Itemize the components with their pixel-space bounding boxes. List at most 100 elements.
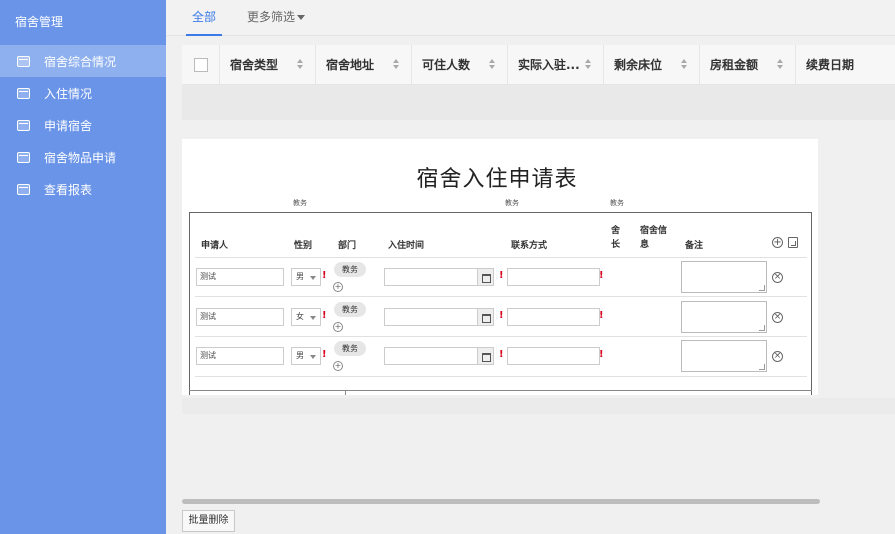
cell-divider — [345, 390, 346, 395]
gender-select[interactable]: 女 — [291, 308, 321, 326]
col-label: 剩余床位 — [614, 58, 663, 72]
sidebar-item-label: 查看报表 — [44, 182, 93, 197]
sidebar-item-label: 申请宿舍 — [44, 118, 93, 133]
row-divider — [189, 390, 812, 391]
row-divider — [195, 376, 807, 377]
row-divider — [195, 336, 807, 337]
sidebar-item-apply-dorm[interactable]: 申请宿舍 — [0, 109, 166, 141]
add-row-icon[interactable]: + — [772, 237, 783, 248]
form-note: 教务 — [610, 199, 624, 207]
application-form: 宿舍入住申请表 教务 教务 教务 申请人 性别 部门 入住时间 联系方式 舍长 … — [182, 139, 818, 395]
contact-input[interactable] — [507, 268, 600, 286]
applicant-input[interactable]: 测试 — [196, 268, 284, 286]
tab-more-filters[interactable]: 更多筛选 — [247, 0, 306, 36]
calendar-icon — [17, 151, 30, 163]
row-divider — [195, 257, 807, 258]
calendar-icon[interactable] — [477, 348, 493, 364]
required-icon: ! — [599, 310, 604, 321]
remark-textarea[interactable] — [681, 340, 767, 372]
calendar-icon — [17, 87, 30, 99]
gender-select[interactable]: 男 — [291, 268, 321, 286]
calendar-icon — [17, 183, 30, 195]
sort-icon[interactable] — [681, 59, 689, 71]
header-checkin-time: 入住时间 — [388, 241, 425, 251]
sidebar-item-label: 宿舍综合情况 — [44, 54, 117, 69]
tab-all[interactable]: 全部 — [186, 0, 222, 36]
row-divider — [195, 296, 807, 297]
sidebar-item-label: 宿舍物品申请 — [44, 150, 117, 165]
sidebar-item-label: 入住情况 — [44, 86, 93, 101]
batch-delete-button[interactable]: 批量删除 — [182, 510, 235, 532]
gender-value: 女 — [296, 312, 304, 321]
required-icon: ! — [322, 349, 327, 360]
remark-textarea[interactable] — [681, 301, 767, 333]
calendar-icon — [17, 55, 30, 67]
checkin-date-input[interactable] — [384, 347, 494, 365]
sort-icon[interactable] — [585, 59, 593, 71]
caret-down-icon — [297, 15, 306, 20]
dept-tag[interactable]: 教务 — [334, 302, 366, 317]
contact-input[interactable] — [507, 308, 600, 326]
sort-icon[interactable] — [777, 59, 785, 71]
sort-icon[interactable] — [297, 59, 305, 71]
sidebar-title: 宿舍管理 — [15, 15, 64, 29]
tab-more-label: 更多筛选 — [247, 10, 296, 24]
col-label: 宿舍地址 — [326, 58, 375, 72]
caret-down-icon — [310, 355, 316, 359]
calendar-icon — [17, 119, 30, 131]
tab-bar: 全部 更多筛选 — [166, 0, 895, 36]
col-dorm-type[interactable]: 宿舍类型 — [220, 45, 316, 84]
header-applicant: 申请人 — [201, 241, 229, 251]
sidebar: 宿舍管理 宿舍综合情况 入住情况 申请宿舍 宿舍物品申请 查看报表 — [0, 0, 166, 534]
add-dept-icon[interactable]: + — [333, 282, 343, 292]
col-capacity[interactable]: 可住人数 — [412, 45, 508, 84]
gender-select[interactable]: 男 — [291, 347, 321, 365]
paste-icon[interactable] — [788, 237, 798, 248]
required-icon: ! — [322, 310, 327, 321]
required-icon: ! — [499, 270, 504, 281]
sidebar-item-dorm-goods[interactable]: 宿舍物品申请 — [0, 141, 166, 173]
header-leader: 舍长 — [611, 226, 621, 250]
required-icon: ! — [599, 349, 604, 360]
gender-value: 男 — [296, 272, 304, 281]
sort-icon[interactable] — [489, 59, 497, 71]
checkin-date-input[interactable] — [384, 268, 494, 286]
applicant-input[interactable]: 测试 — [196, 308, 284, 326]
remove-row-icon[interactable]: × — [772, 312, 783, 323]
form-note: 教务 — [505, 199, 519, 207]
col-label: 可住人数 — [422, 58, 471, 72]
table-row — [182, 398, 895, 414]
applicant-input[interactable]: 测试 — [196, 347, 284, 365]
col-label: 实际入驻... — [518, 58, 580, 72]
add-dept-icon[interactable]: + — [333, 322, 343, 332]
remark-textarea[interactable] — [681, 261, 767, 293]
sidebar-item-reports[interactable]: 查看报表 — [0, 173, 166, 205]
checkin-date-input[interactable] — [384, 308, 494, 326]
remove-row-icon[interactable]: × — [772, 272, 783, 283]
col-renewal-date[interactable]: 续费日期 — [796, 45, 892, 84]
sidebar-item-checkin-status[interactable]: 入住情况 — [0, 77, 166, 109]
calendar-icon[interactable] — [477, 309, 493, 325]
sidebar-item-dorm-overview[interactable]: 宿舍综合情况 — [0, 45, 166, 77]
col-remaining-beds[interactable]: 剩余床位 — [604, 45, 700, 84]
col-label: 宿舍类型 — [230, 58, 279, 72]
header-dept: 部门 — [338, 241, 357, 251]
add-dept-icon[interactable]: + — [333, 361, 343, 371]
horizontal-scrollbar[interactable] — [182, 499, 820, 504]
required-icon: ! — [322, 270, 327, 281]
col-actual-occupancy[interactable]: 实际入驻... — [508, 45, 604, 84]
calendar-icon[interactable] — [477, 269, 493, 285]
contact-input[interactable] — [507, 347, 600, 365]
remove-row-icon[interactable]: × — [772, 351, 783, 362]
dept-tag[interactable]: 教务 — [334, 262, 366, 277]
col-rent-amount[interactable]: 房租金额 — [700, 45, 796, 84]
col-dorm-address[interactable]: 宿舍地址 — [316, 45, 412, 84]
required-icon: ! — [499, 310, 504, 321]
form-title: 宿舍入住申请表 — [416, 167, 578, 192]
header-gender: 性别 — [294, 241, 313, 251]
sort-icon[interactable] — [393, 59, 401, 71]
dept-tag[interactable]: 教务 — [334, 341, 366, 356]
header-dorm-info: 宿舍信息 — [640, 226, 668, 250]
form-note: 教务 — [293, 199, 307, 207]
select-all-checkbox[interactable] — [193, 57, 208, 72]
